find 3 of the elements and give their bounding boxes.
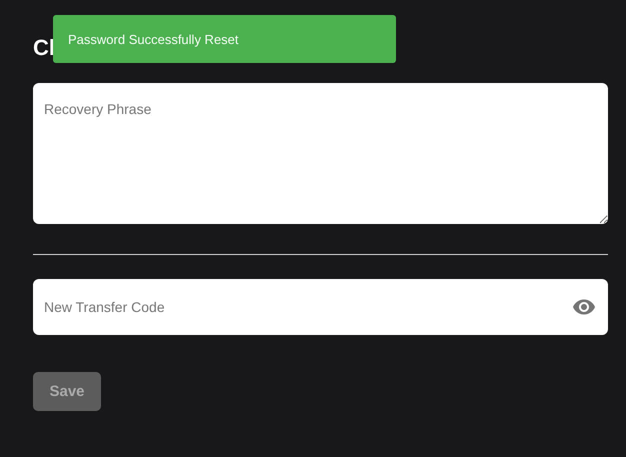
transfer-code-field[interactable]: New Transfer Code [33,279,608,335]
recovery-phrase-field[interactable]: Recovery Phrase [33,83,608,224]
success-toast: Password Successfully Reset [53,15,396,63]
